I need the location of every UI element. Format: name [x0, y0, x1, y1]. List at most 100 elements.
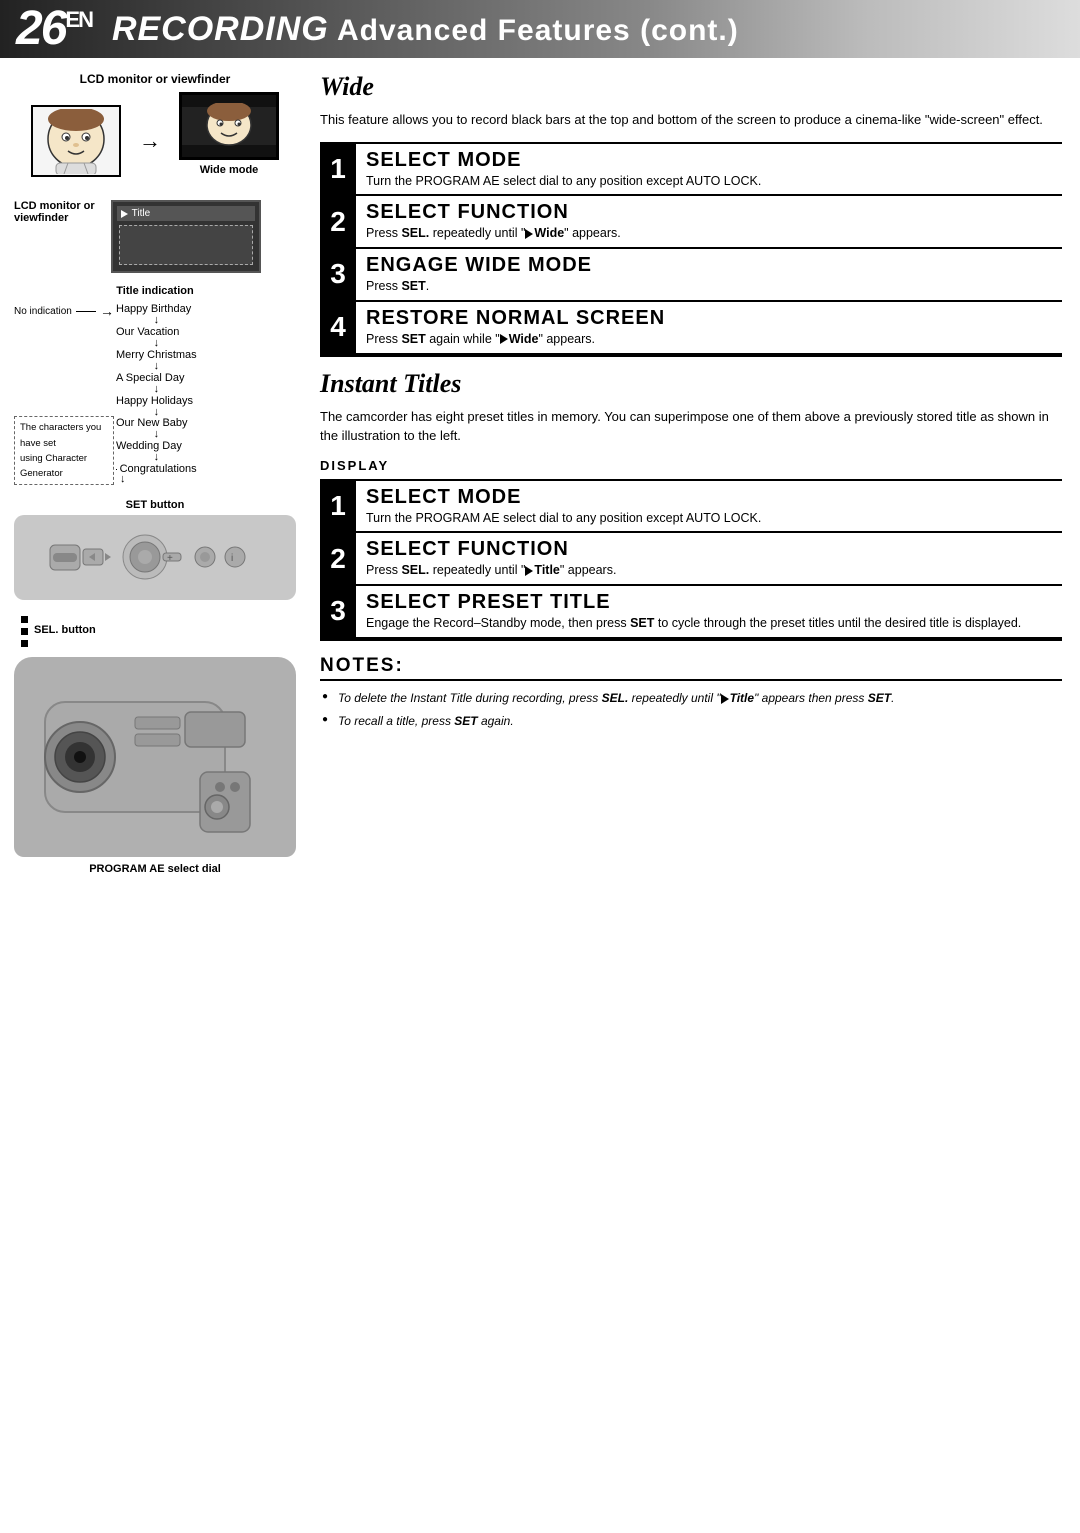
title-screen-header: Title: [117, 206, 255, 221]
wide-step-3-text: Press SET.: [366, 277, 1052, 296]
page-header: 26EN RECORDING Advanced Features (cont.): [0, 0, 1080, 58]
down-arrow-8: ↓: [116, 475, 197, 485]
display-label: DISPLAY: [320, 458, 389, 473]
bullet-dots-col: [14, 614, 34, 647]
it-step-3-text: Engage the Record–Standby mode, then pre…: [366, 614, 1052, 633]
it-step-2: 2 SELECT FUNCTION Press SEL. repeatedly …: [320, 531, 1062, 584]
title-item-4: A Special Day: [116, 372, 197, 384]
page-title: RECORDING Advanced Features (cont.): [112, 10, 739, 49]
it-step-3-number: 3: [320, 586, 356, 637]
wide-step-2-heading: SELECT FUNCTION: [366, 200, 1052, 224]
bullet-dot-3: [21, 640, 28, 647]
lcd-normal-box: [31, 105, 121, 177]
instant-titles-steps-group: 1 SELECT MODE Turn the PROGRAM AE select…: [320, 479, 1062, 641]
bullet-dot-1: [21, 616, 28, 623]
down-arrow-1: ↓: [116, 316, 197, 326]
lcd-vf-label: LCD monitor or viewfinder: [14, 200, 95, 224]
wide-step-2-number: 2: [320, 196, 356, 247]
svg-text:+: +: [167, 553, 173, 564]
sel-button-indicator: SEL. button: [14, 614, 296, 647]
note-item-2: To recall a title, press SET again.: [320, 712, 1062, 731]
wide-mode-caption: Wide mode: [200, 164, 259, 176]
svg-text:i: i: [231, 553, 233, 564]
wide-step-3-heading: ENGAGE WIDE MODE: [366, 253, 1052, 277]
it-step-3-content: SELECT PRESET TITLE Engage the Record–St…: [356, 586, 1062, 637]
bullet-dot-2: [21, 628, 28, 635]
wide-step-4-heading: RESTORE NORMAL SCREEN: [366, 306, 1052, 330]
notes-section: NOTES: To delete the Instant Title durin…: [320, 655, 1062, 731]
set-button-section: SET button +: [14, 499, 296, 600]
lcd-comparison-row: →: [14, 92, 296, 190]
left-column: LCD monitor or viewfinder: [0, 58, 310, 889]
down-arrow-3: ↓: [116, 362, 197, 372]
it-step-1: 1 SELECT MODE Turn the PROGRAM AE select…: [320, 479, 1062, 532]
it-step-3: 3 SELECT PRESET TITLE Engage the Record–…: [320, 584, 1062, 639]
note-item-1: To delete the Instant Title during recor…: [320, 689, 1062, 708]
wide-step-1-heading: SELECT MODE: [366, 148, 1052, 172]
wide-steps-group: 1 SELECT MODE Turn the PROGRAM AE select…: [320, 142, 1062, 357]
lcd-vf-section: LCD monitor or viewfinder Title: [14, 200, 296, 277]
lcd-monitor-label: LCD monitor or viewfinder: [14, 72, 296, 86]
camera-control-illustration: + i: [14, 515, 296, 600]
it-step-1-text: Turn the PROGRAM AE select dial to any p…: [366, 509, 1052, 528]
instant-titles-section-title: Instant Titles: [320, 369, 1062, 399]
wide-step-3: 3 ENGAGE WIDE MODE Press SET.: [320, 247, 1062, 300]
title-list-left: No indication → The characters you have …: [14, 303, 114, 485]
down-arrow-2: ↓: [116, 339, 197, 349]
title-indication-label: Title indication: [14, 285, 296, 297]
program-ae-label: PROGRAM AE select dial: [14, 863, 296, 875]
right-column: Wide This feature allows you to record b…: [310, 58, 1080, 889]
wide-step-3-content: ENGAGE WIDE MODE Press SET.: [356, 249, 1062, 300]
wide-step-1-number: 1: [320, 144, 356, 195]
cartoon-face-icon: [36, 109, 116, 174]
camcorder-illustration: [14, 657, 296, 857]
down-arrow-7: ↓: [116, 453, 197, 463]
display-label-row: DISPLAY: [320, 458, 1062, 473]
title-list-right: Happy Birthday ↓ Our Vacation ↓ Merry Ch…: [114, 303, 197, 485]
set-button-label: SET button: [14, 499, 296, 511]
main-content: LCD monitor or viewfinder: [0, 58, 1080, 889]
instant-titles-desc: The camcorder has eight preset titles in…: [320, 407, 1062, 446]
wide-mode-face: [189, 103, 269, 150]
wide-step-4-number: 4: [320, 302, 356, 353]
page-number: 26EN: [16, 5, 92, 53]
wide-step-1-content: SELECT MODE Turn the PROGRAM AE select d…: [356, 144, 1062, 195]
wide-step-2-content: SELECT FUNCTION Press SEL. repeatedly un…: [356, 196, 1062, 247]
title-item-3: Merry Christmas: [116, 349, 197, 361]
title-item-8: Congratulations: [120, 463, 197, 475]
wide-step-1: 1 SELECT MODE Turn the PROGRAM AE select…: [320, 142, 1062, 195]
notes-heading: NOTES:: [320, 655, 1062, 681]
sel-button-label: SEL. button: [34, 614, 96, 636]
arrow-right-icon: →: [139, 128, 161, 154]
down-arrow-6: ↓: [116, 430, 197, 440]
wide-step-4-text: Press SET again while "Wide" appears.: [366, 330, 1052, 349]
cartoon-face-wide-icon: [189, 103, 269, 147]
title-list-diagram: No indication → The characters you have …: [14, 303, 296, 485]
wide-step-3-number: 3: [320, 249, 356, 300]
wide-step-1-text: Turn the PROGRAM AE select dial to any p…: [366, 172, 1052, 191]
no-indication-text: No indication: [14, 306, 72, 317]
title-screen-box: Title: [111, 200, 261, 273]
camcorder-body-icon: [25, 662, 285, 852]
no-indication-row: No indication →: [14, 303, 114, 319]
it-step-3-heading: SELECT PRESET TITLE: [366, 590, 1052, 614]
lcd-vf-label-col: LCD monitor or viewfinder: [14, 200, 95, 230]
title-screen-mockup: Title: [111, 200, 261, 277]
wide-step-4-content: RESTORE NORMAL SCREEN Press SET again wh…: [356, 302, 1062, 353]
down-arrow-5: ↓: [116, 408, 197, 418]
it-step-2-number: 2: [320, 533, 356, 584]
it-step-2-content: SELECT FUNCTION Press SEL. repeatedly un…: [356, 533, 1062, 584]
it-step-1-number: 1: [320, 481, 356, 532]
camera-buttons-icon: + i: [45, 525, 265, 590]
title-item-8-row: Congratulations: [116, 463, 197, 475]
it-step-2-text: Press SEL. repeatedly until "Title" appe…: [366, 561, 1052, 580]
wide-section-title: Wide: [320, 72, 1062, 102]
wide-section-desc: This feature allows you to record black …: [320, 110, 1062, 130]
it-step-2-heading: SELECT FUNCTION: [366, 537, 1052, 561]
wide-step-4: 4 RESTORE NORMAL SCREEN Press SET again …: [320, 300, 1062, 355]
camcorder-section: PROGRAM AE select dial: [14, 657, 296, 875]
it-step-1-content: SELECT MODE Turn the PROGRAM AE select d…: [356, 481, 1062, 532]
it-step-1-heading: SELECT MODE: [366, 485, 1052, 509]
char-generator-note: The characters you have setusing Charact…: [14, 416, 114, 485]
title-screen-body: [119, 225, 253, 265]
